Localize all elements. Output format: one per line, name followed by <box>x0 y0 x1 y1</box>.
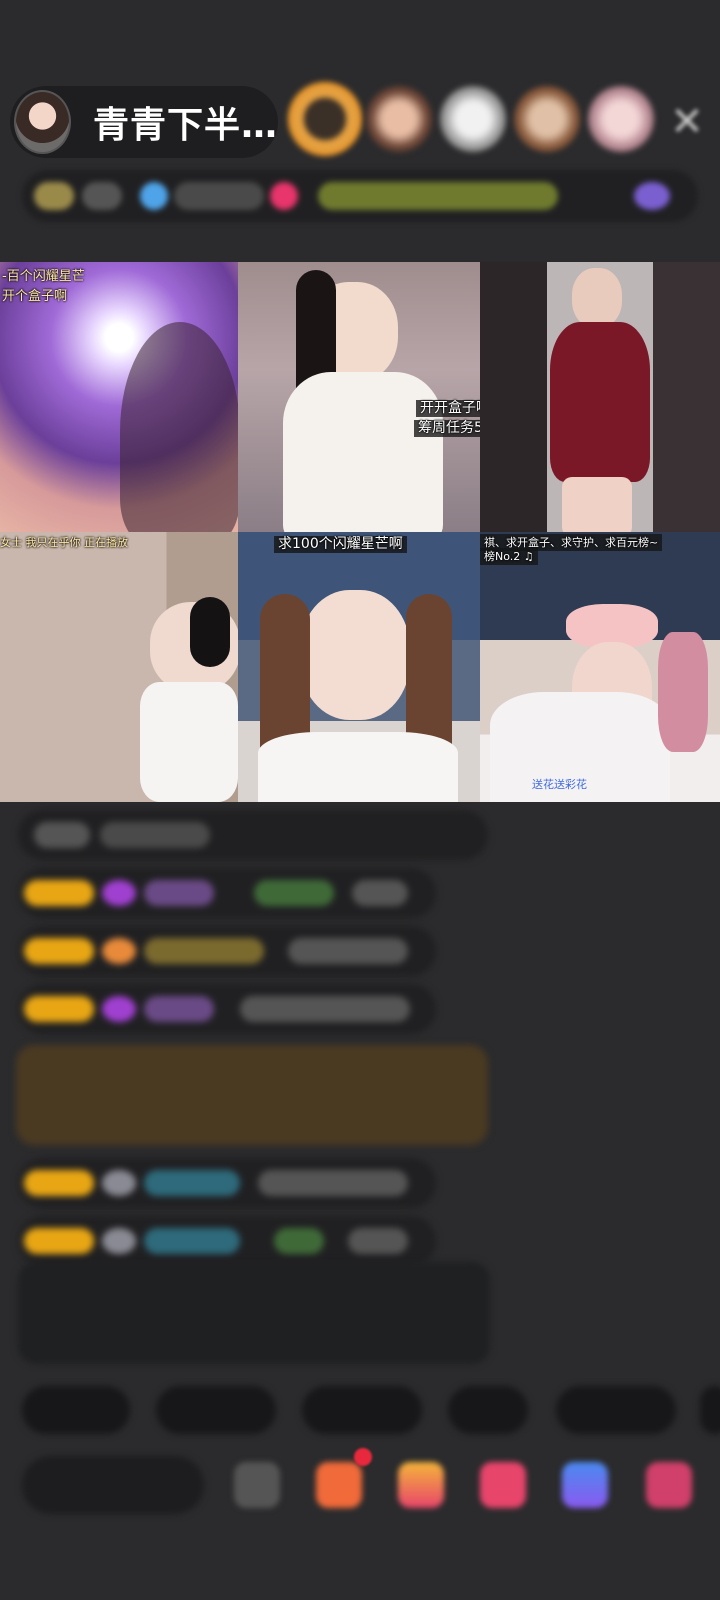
quick-reply-chip[interactable] <box>700 1386 720 1434</box>
stream-tile-4[interactable]: 女士 我只在乎你 正在播放 <box>0 532 238 802</box>
multi-stream-grid: -百个闪耀星芒 开个盒子啊 开开盒子啊 筹周任务5w 女士 我只在乎你 正在播放… <box>0 262 720 802</box>
host-avatar[interactable] <box>14 90 71 154</box>
viewer-avatar[interactable] <box>440 86 506 152</box>
viewer-avatar[interactable] <box>292 86 358 152</box>
viewer-avatar[interactable] <box>366 86 432 152</box>
game-icon[interactable] <box>562 1462 608 1508</box>
host-info-pill[interactable]: 青青下半… <box>10 86 278 158</box>
chat-input[interactable] <box>22 1456 204 1514</box>
viewer-avatar-list <box>292 86 654 152</box>
room-info-bar <box>22 170 698 222</box>
quick-reply-chip[interactable] <box>156 1386 276 1434</box>
notification-dot <box>354 1448 372 1466</box>
chat-message <box>18 1158 436 1208</box>
system-notice <box>18 1262 490 1364</box>
tile-caption: 筹周任务5w <box>414 420 480 437</box>
gift-notice-banner <box>16 1045 488 1145</box>
stream-tile-5[interactable]: 求100个闪耀星芒啊 <box>238 532 480 802</box>
chat-message <box>18 1216 436 1266</box>
tile-caption: 求100个闪耀星芒啊 <box>274 536 407 553</box>
quick-reply-chip[interactable] <box>556 1386 676 1434</box>
viewer-avatar[interactable] <box>588 86 654 152</box>
host-name: 青青下半… <box>92 105 278 146</box>
tile-caption: 女士 我只在乎你 正在播放 <box>0 536 128 549</box>
chat-message <box>18 926 436 976</box>
tile-caption: -百个闪耀星芒 <box>2 269 85 284</box>
gift-icon[interactable] <box>646 1462 692 1508</box>
tile-caption: 开开盒子啊 <box>416 400 480 417</box>
close-icon[interactable]: ✕ <box>665 100 709 144</box>
gift-box-icon[interactable] <box>316 1462 362 1508</box>
emoji-icon[interactable] <box>234 1462 280 1508</box>
tile-caption: 榜No.2 ♫ <box>480 548 538 565</box>
stream-tile-3[interactable] <box>480 262 720 532</box>
chat-message <box>18 984 436 1034</box>
chat-message <box>18 810 488 860</box>
stream-tile-6[interactable]: 祺、求开盒子、求守护、求百元榜~ 榜No.2 ♫ 送花送彩花 <box>480 532 720 802</box>
fan-club-icon[interactable] <box>480 1462 526 1508</box>
tile-caption: 开个盒子啊 <box>2 289 68 304</box>
tile-caption: 送花送彩花 <box>532 778 587 791</box>
quick-reply-chip[interactable] <box>22 1386 130 1434</box>
stream-tile-1[interactable]: -百个闪耀星芒 开个盒子啊 <box>0 262 238 532</box>
stream-tile-2[interactable]: 开开盒子啊 筹周任务5w <box>238 262 480 532</box>
quick-reply-chip[interactable] <box>302 1386 422 1434</box>
chat-message <box>18 868 436 918</box>
quick-reply-chip[interactable] <box>448 1386 528 1434</box>
treasure-icon[interactable] <box>398 1462 444 1508</box>
viewer-avatar[interactable] <box>514 86 580 152</box>
